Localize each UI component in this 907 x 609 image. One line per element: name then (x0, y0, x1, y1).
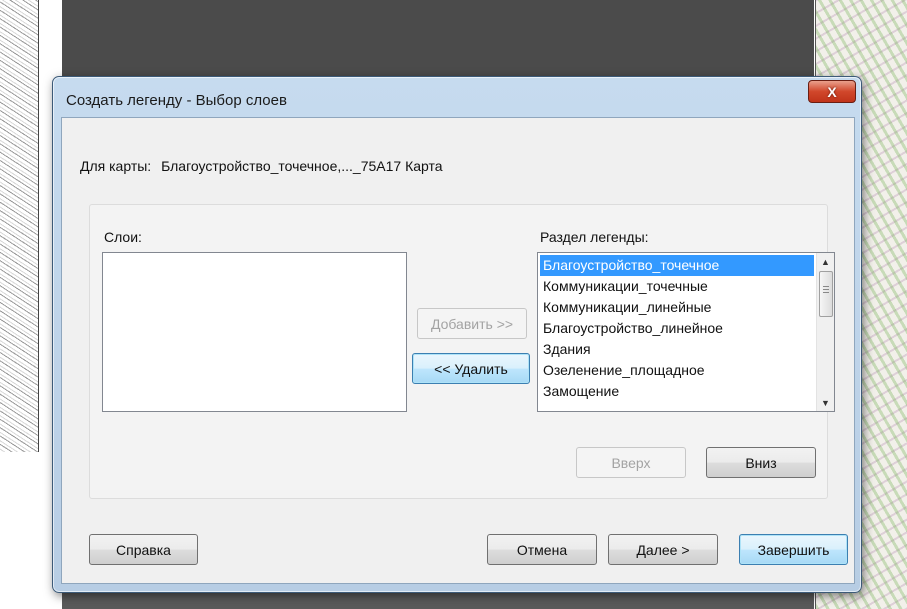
legend-items: Благоустройство_точечное Коммуникации_то… (540, 255, 814, 402)
help-button[interactable]: Справка (89, 534, 198, 565)
layers-listbox[interactable] (102, 252, 407, 412)
map-row: Для карты: Благоустройство_точечное,..._… (80, 158, 443, 174)
add-button[interactable]: Добавить >> (417, 308, 527, 339)
move-up-button[interactable]: Вверх (576, 447, 686, 478)
list-item[interactable]: Здания (540, 339, 814, 360)
move-down-button[interactable]: Вниз (706, 447, 816, 478)
dialog-body: Для карты: Благоустройство_точечное,..._… (61, 117, 855, 584)
legend-section-label: Раздел легенды: (540, 229, 649, 245)
next-button[interactable]: Далее > (608, 534, 718, 565)
list-item[interactable]: Озеленение_площадное (540, 360, 814, 381)
list-item[interactable]: Благоустройство_точечное (540, 255, 814, 276)
dialog-title: Создать легенду - Выбор слоев (66, 92, 287, 109)
close-icon: X (827, 83, 837, 100)
map-value: Благоустройство_точечное,..._75A17 Карта (161, 158, 443, 174)
map-label: Для карты: (80, 158, 152, 174)
close-button[interactable]: X (808, 80, 856, 103)
finish-button[interactable]: Завершить (739, 534, 848, 565)
background-dark-top (62, 0, 814, 80)
legend-section-listbox[interactable]: Благоустройство_точечное Коммуникации_то… (537, 252, 835, 412)
layers-label: Слои: (104, 229, 142, 245)
dialog-window: Создать легенду - Выбор слоев X Для карт… (52, 76, 862, 593)
scroll-down-icon[interactable]: ▼ (817, 394, 834, 411)
list-item[interactable]: Благоустройство_линейное (540, 318, 814, 339)
scroll-up-icon[interactable]: ▲ (817, 253, 834, 270)
legend-scrollbar[interactable]: ▲ ▼ (816, 253, 834, 411)
list-item[interactable]: Коммуникации_точечные (540, 276, 814, 297)
cancel-button[interactable]: Отмена (487, 534, 597, 565)
background-map-left (0, 0, 39, 452)
scroll-thumb[interactable] (819, 271, 833, 317)
list-item[interactable]: Замощение (540, 381, 814, 402)
remove-button[interactable]: << Удалить (412, 353, 530, 384)
list-item[interactable]: Коммуникации_линейные (540, 297, 814, 318)
